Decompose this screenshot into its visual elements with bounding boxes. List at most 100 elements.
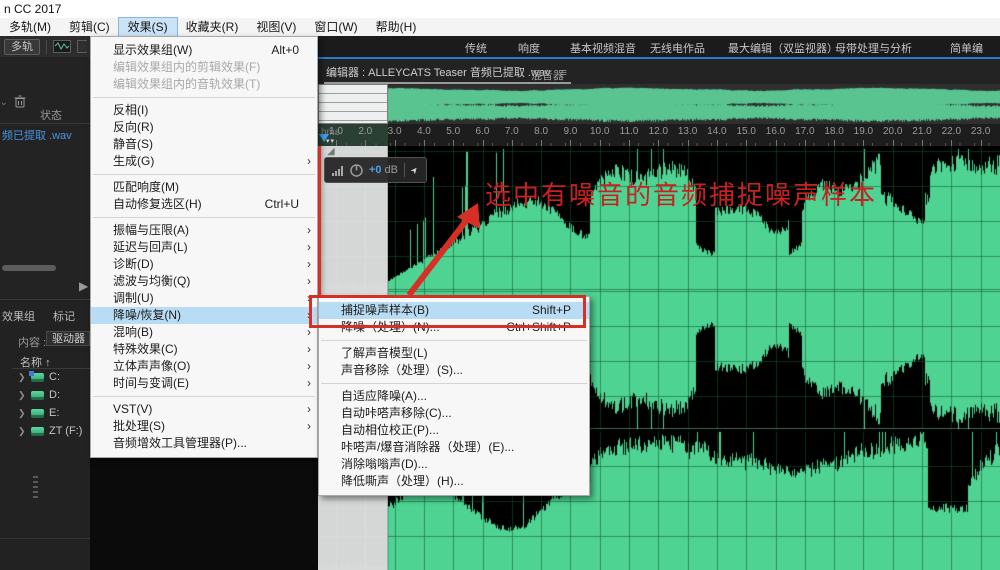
expander-icon[interactable]: ❯ xyxy=(18,372,26,383)
column-header-status[interactable]: 状态 xyxy=(40,107,62,123)
drive-row[interactable]: ❯ C: xyxy=(0,369,90,387)
menu-item[interactable]: 静音(S) xyxy=(91,136,317,153)
menu-item[interactable]: 了解声音模型(L) xyxy=(319,345,589,362)
ruler-tick-label: 12.0 xyxy=(649,126,668,137)
menu-item[interactable]: 匹配响度(M) xyxy=(91,179,317,196)
menu-item[interactable]: 滤波与均衡(Q)› xyxy=(91,273,317,290)
menu-item[interactable]: 自动相位校正(P)... xyxy=(319,422,589,439)
menu-item[interactable]: 调制(U)› xyxy=(91,290,317,307)
workspace-tab[interactable]: 母带处理与分析 xyxy=(835,40,912,56)
play-button[interactable]: ▶ xyxy=(79,279,88,293)
files-dropdown-caret[interactable]: ⌄ xyxy=(0,97,8,108)
menu-item[interactable]: 延迟与回声(L)› xyxy=(91,239,317,256)
menubar-item[interactable]: 视图(V) xyxy=(247,18,305,36)
drive-label: D: xyxy=(49,389,60,401)
menu-item[interactable]: 生成(G)› xyxy=(91,153,317,170)
spectral-view-icon[interactable] xyxy=(77,40,87,53)
overview-strip[interactable] xyxy=(318,84,1000,124)
ruler-tick-label: 22.0 xyxy=(942,126,961,137)
drive-icon xyxy=(31,409,44,418)
menu-separator xyxy=(93,396,315,397)
workspace-tab[interactable]: 传统 xyxy=(465,40,487,56)
menubar-item[interactable]: 剪辑(C) xyxy=(60,18,119,36)
hud-pin-icon[interactable]: ➤ xyxy=(408,164,421,177)
trash-icon[interactable] xyxy=(14,95,26,108)
menu-item[interactable]: 时间与变调(E)› xyxy=(91,375,317,392)
ruler-tick-label: 7.0 xyxy=(505,126,519,137)
menu-item[interactable]: 捕捉噪声样本(B)Shift+P xyxy=(319,302,589,319)
expander-icon[interactable]: ❯ xyxy=(18,390,26,401)
menu-item[interactable]: 自动修复选区(H)Ctrl+U xyxy=(91,196,317,213)
menu-item[interactable]: 编辑效果组内的剪辑效果(F) xyxy=(91,59,317,76)
menubar-item[interactable]: 多轨(M) xyxy=(0,18,60,36)
menu-item[interactable]: 批处理(S)› xyxy=(91,418,317,435)
menu-item[interactable]: 降噪/恢复(N)› xyxy=(91,307,317,324)
content-dropdown[interactable]: 驱动器 xyxy=(46,331,90,346)
workspace-tab[interactable]: 响度 xyxy=(518,40,540,56)
menu-item[interactable]: 音频增效工具管理器(P)... xyxy=(91,435,317,452)
menubar-item[interactable]: 窗口(W) xyxy=(305,18,366,36)
workspace-tab[interactable]: 最大编辑（双监视器） xyxy=(728,40,838,56)
menu-item[interactable]: 自动咔嗒声移除(C)... xyxy=(319,405,589,422)
menu-item[interactable]: 编辑效果组内的音轨效果(T) xyxy=(91,76,317,93)
gain-knob-icon[interactable] xyxy=(350,164,363,177)
effects-menu: 显示效果组(W)Alt+0编辑效果组内的剪辑效果(F)编辑效果组内的音轨效果(T… xyxy=(90,36,318,458)
menu-item[interactable]: 消除嗡嗡声(D)... xyxy=(319,456,589,473)
tab-mixer[interactable]: 混音器 xyxy=(531,67,564,83)
tab-effects-rack[interactable]: 效果组 xyxy=(2,308,35,324)
menubar: 多轨(M)剪辑(C)效果(S)收藏夹(R)视图(V)窗口(W)帮助(H) xyxy=(0,18,1000,36)
menu-item-label: 诊断(D) xyxy=(113,257,154,271)
files-horizontal-scrollbar[interactable] xyxy=(2,265,56,271)
waveform-view-icon[interactable] xyxy=(53,40,71,53)
ruler-tick-label: 18.0 xyxy=(824,126,843,137)
menu-item[interactable]: 反相(I) xyxy=(91,102,317,119)
menu-item-shortcut: Ctrl+Shift+P xyxy=(506,319,571,336)
files-header-divider xyxy=(0,123,90,124)
menubar-item[interactable]: 收藏夹(R) xyxy=(177,18,248,36)
menu-item-label: 调制(U) xyxy=(113,291,154,305)
menu-item[interactable]: 自适应降噪(A)... xyxy=(319,388,589,405)
drive-label: C: xyxy=(49,371,60,383)
selection-handle-icon[interactable]: ▾▾ xyxy=(326,137,335,145)
multitrack-button[interactable]: 多轨 xyxy=(4,39,40,55)
file-list-item[interactable]: 频已提取 .wav xyxy=(2,127,72,143)
gain-hud[interactable]: +0 dB ➤ xyxy=(324,157,427,183)
workspace-tab[interactable]: 简单编 xyxy=(950,40,983,56)
splitter-grip[interactable] xyxy=(33,476,38,498)
menubar-item[interactable]: 帮助(H) xyxy=(367,18,426,36)
drive-row[interactable]: ❯ D: xyxy=(0,387,90,405)
menu-item[interactable]: 振幅与压限(A)› xyxy=(91,222,317,239)
menu-item[interactable]: 诊断(D)› xyxy=(91,256,317,273)
ruler-tick-label: 17.0 xyxy=(795,126,814,137)
ruler-tick-label: 2.0 xyxy=(358,126,372,137)
menubar-item[interactable]: 效果(S) xyxy=(119,18,177,36)
drive-icon xyxy=(31,391,44,400)
expander-icon[interactable]: ❯ xyxy=(18,408,26,419)
menu-item[interactable]: 反向(R) xyxy=(91,119,317,136)
menu-item[interactable]: 声音移除（处理）(S)... xyxy=(319,362,589,379)
menu-item[interactable]: 特殊效果(C)› xyxy=(91,341,317,358)
workspace-tab-bar: 传统 响度 基本视频混音无线电作品 最大编辑（双监视器）母带处理与分析 简单编 xyxy=(318,36,1000,57)
drive-icon xyxy=(31,427,44,436)
menu-item[interactable]: VST(V)› xyxy=(91,401,317,418)
menu-item[interactable]: 混响(B)› xyxy=(91,324,317,341)
menu-item-label: 滤波与均衡(Q) xyxy=(113,274,190,288)
menu-separator xyxy=(93,174,315,175)
menu-item[interactable]: 立体声声像(O)› xyxy=(91,358,317,375)
workspace-tab[interactable]: 基本视频混音 xyxy=(570,40,636,56)
overview-view-indicator[interactable] xyxy=(318,84,388,124)
menu-item[interactable]: 咔嗒声/爆音消除器（处理）(E)... xyxy=(319,439,589,456)
workspace-tab[interactable]: 无线电作品 xyxy=(650,40,705,56)
drive-row[interactable]: ❯E: xyxy=(0,405,90,423)
tab-markers[interactable]: 标记 xyxy=(53,308,75,324)
ruler-tick-label: 20.0 xyxy=(883,126,902,137)
ruler-tick-label: 9.0 xyxy=(563,126,577,137)
ruler-tick-label: 10.0 xyxy=(590,126,609,137)
menu-item[interactable]: 显示效果组(W)Alt+0 xyxy=(91,42,317,59)
menu-item[interactable]: 降低嘶声（处理）(H)... xyxy=(319,473,589,490)
expander-icon[interactable]: ❯ xyxy=(18,426,26,437)
collapse-triangle-icon[interactable]: ◢ xyxy=(327,146,335,157)
drive-row[interactable]: ❯ZT (F:) xyxy=(0,423,90,441)
menu-item[interactable]: 降噪（处理）(N)...Ctrl+Shift+P xyxy=(319,319,589,336)
timeline-ruler[interactable]: hms ▾▾ 1.02.03.04.05.06.07.08.09.010.011… xyxy=(318,124,1000,146)
